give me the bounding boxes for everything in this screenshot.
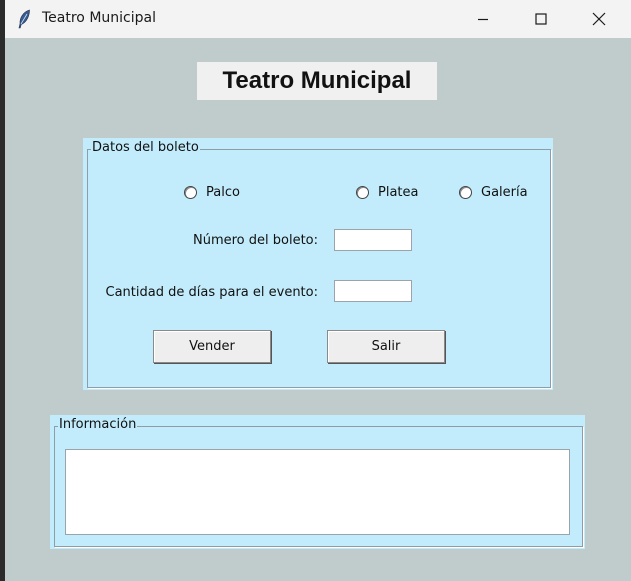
page-title: Teatro Municipal [197,62,437,100]
radio-circle-icon[interactable] [184,186,197,199]
minimize-icon [478,18,488,21]
radio-platea[interactable]: Platea [356,185,418,200]
minimize-button[interactable] [460,0,506,38]
vender-button[interactable]: Vender [153,330,271,363]
info-legend: Información [58,417,138,432]
radio-circle-icon[interactable] [356,186,369,199]
datos-boleto-panel: Datos del boleto Palco Platea Galería Nú… [83,138,553,390]
radio-galeria[interactable]: Galería [459,185,528,200]
radio-palco[interactable]: Palco [184,185,240,200]
title-bar[interactable]: Teatro Municipal [5,0,631,38]
dias-evento-input[interactable] [334,280,412,302]
informacion-panel: Información [50,415,585,549]
informacion-textbox[interactable] [65,449,570,535]
close-icon [592,12,606,26]
window-title: Teatro Municipal [42,10,156,26]
salir-button[interactable]: Salir [327,330,445,363]
radio-galeria-label[interactable]: Galería [481,185,528,200]
radio-palco-label[interactable]: Palco [206,185,240,200]
numero-boleto-input[interactable] [334,229,412,251]
feather-icon [18,9,30,29]
numero-boleto-label: Número del boleto: [192,233,318,248]
app-window: Teatro Municipal Teatro Municipal Datos … [5,0,631,581]
radio-circle-icon[interactable] [459,186,472,199]
close-button[interactable] [576,0,622,38]
maximize-icon [535,13,547,25]
dias-evento-label: Cantidad de días para el evento: [105,285,318,300]
datos-legend: Datos del boleto [91,140,200,155]
maximize-button[interactable] [518,0,564,38]
radio-platea-label[interactable]: Platea [378,185,418,200]
